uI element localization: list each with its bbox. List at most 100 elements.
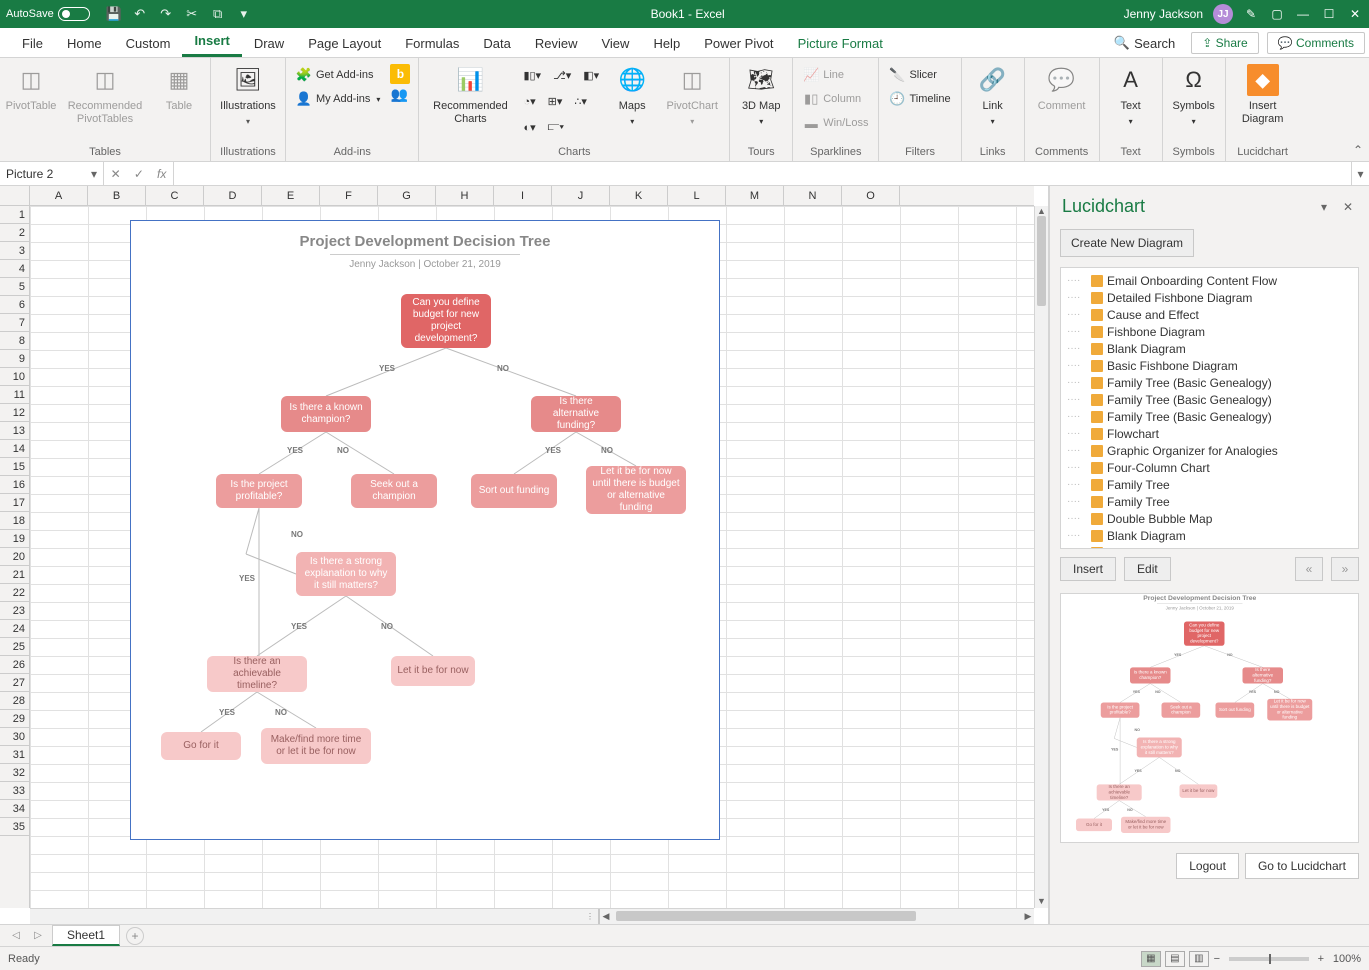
row-header[interactable]: 3 xyxy=(0,242,29,260)
insert-diagram-button[interactable]: ◆Insert Diagram xyxy=(1232,62,1294,125)
tab-insert[interactable]: Insert xyxy=(182,29,241,57)
col-header[interactable]: E xyxy=(262,186,320,205)
hier-chart-icon[interactable]: ◧▾ xyxy=(579,64,603,86)
ink-icon[interactable]: ✎ xyxy=(1243,6,1259,22)
row-header[interactable]: 2 xyxy=(0,224,29,242)
slicer-button[interactable]: 🔪Slicer xyxy=(885,64,954,86)
tree-item[interactable]: ····Fishbone Diagram xyxy=(1061,323,1358,340)
sheet-tab-sheet1[interactable]: Sheet1 xyxy=(52,925,120,946)
zoom-in-button[interactable]: + xyxy=(1315,953,1327,965)
col-header[interactable]: L xyxy=(668,186,726,205)
sheet-nav-prev[interactable]: ◁ xyxy=(8,930,24,941)
share-button[interactable]: ⇪ Share xyxy=(1191,32,1258,54)
col-header[interactable]: F xyxy=(320,186,378,205)
diagram-tree[interactable]: ····Email Onboarding Content Flow····Det… xyxy=(1060,267,1359,549)
view-pagebreak-icon[interactable]: ▥ xyxy=(1189,951,1209,967)
row-header[interactable]: 35 xyxy=(0,818,29,836)
row-header[interactable]: 6 xyxy=(0,296,29,314)
line-chart-icon[interactable]: ⎇▾ xyxy=(549,64,575,86)
tab-help[interactable]: Help xyxy=(641,32,692,57)
scatter-chart-icon[interactable]: ∴▾ xyxy=(570,90,591,112)
user-name[interactable]: Jenny Jackson xyxy=(1124,7,1203,21)
panel-close-icon[interactable]: ✕ xyxy=(1339,200,1357,214)
bar-chart-icon[interactable]: ▮▯▾ xyxy=(519,64,545,86)
close-icon[interactable]: ✕ xyxy=(1347,6,1363,22)
tab-view[interactable]: View xyxy=(589,32,641,57)
insert-button[interactable]: Insert xyxy=(1060,557,1116,581)
view-normal-icon[interactable]: ▦ xyxy=(1141,951,1161,967)
qat-icon-2[interactable]: ⧉ xyxy=(210,6,226,22)
col-header[interactable]: J xyxy=(552,186,610,205)
row-header[interactable]: 1 xyxy=(0,206,29,224)
view-pagelayout-icon[interactable]: ▤ xyxy=(1165,951,1185,967)
zoom-out-button[interactable]: − xyxy=(1211,953,1223,965)
col-header[interactable]: H xyxy=(436,186,494,205)
save-icon[interactable]: 💾 xyxy=(106,6,122,22)
redo-icon[interactable]: ↷ xyxy=(158,6,174,22)
row-header[interactable]: 4 xyxy=(0,260,29,278)
comment-button[interactable]: 💬Comment xyxy=(1031,62,1093,113)
row-header[interactable]: 19 xyxy=(0,530,29,548)
formula-input[interactable] xyxy=(174,162,1351,185)
col-header[interactable]: B xyxy=(88,186,146,205)
logout-button[interactable]: Logout xyxy=(1176,853,1239,879)
tree-item[interactable]: ····Cause and Effect xyxy=(1061,306,1358,323)
maps-button[interactable]: 🌐Maps▾ xyxy=(607,62,657,126)
worksheet-grid[interactable]: ABCDEFGHIJKLMNO 123456789101112131415161… xyxy=(0,186,1049,924)
pivotchart-button[interactable]: ◫PivotChart▾ xyxy=(661,62,723,126)
col-header[interactable]: I xyxy=(494,186,552,205)
table-button[interactable]: ▦Table xyxy=(154,62,204,113)
tree-item[interactable]: ····Family Tree (Basic Genealogy) xyxy=(1061,408,1358,425)
stat-chart-icon[interactable]: ⊞▾ xyxy=(544,90,567,112)
tab-picture-format[interactable]: Picture Format xyxy=(786,32,895,57)
row-header[interactable]: 8 xyxy=(0,332,29,350)
row-header[interactable]: 34 xyxy=(0,800,29,818)
area-chart-icon[interactable]: ◔▾ xyxy=(519,90,539,112)
zoom-level[interactable]: 100% xyxy=(1333,953,1361,965)
row-header[interactable]: 28 xyxy=(0,692,29,710)
sparkline-line-button[interactable]: 📈Line xyxy=(799,64,872,86)
col-header[interactable]: G xyxy=(378,186,436,205)
timeline-button[interactable]: 🕘Timeline xyxy=(885,88,954,110)
row-headers[interactable]: 1234567891011121314151617181920212223242… xyxy=(0,206,30,908)
row-header[interactable]: 18 xyxy=(0,512,29,530)
tree-item[interactable]: ····Family Tree xyxy=(1061,493,1358,510)
qat-icon-1[interactable]: ✂ xyxy=(184,6,200,22)
fx-icon[interactable]: fx xyxy=(157,167,166,181)
my-addins-button[interactable]: 👤My Add-ins▾ xyxy=(292,88,384,110)
expand-formula-icon[interactable]: ▾ xyxy=(1351,162,1369,185)
row-header[interactable]: 27 xyxy=(0,674,29,692)
people-addin-icon[interactable]: 👥 xyxy=(390,86,410,106)
maximize-icon[interactable]: ☐ xyxy=(1321,6,1337,22)
tab-formulas[interactable]: Formulas xyxy=(393,32,471,57)
combo-chart-icon[interactable]: ⫍▾ xyxy=(544,116,568,138)
avatar[interactable]: JJ xyxy=(1213,4,1233,24)
name-box[interactable]: Picture 2▾ xyxy=(0,162,104,185)
row-header[interactable]: 20 xyxy=(0,548,29,566)
illustrations-button[interactable]: 🖼Illustrations▾ xyxy=(217,62,279,126)
sparkline-winloss-button[interactable]: ▬Win/Loss xyxy=(799,112,872,134)
vertical-scrollbar[interactable]: ▲▼ xyxy=(1034,206,1048,908)
col-header[interactable]: K xyxy=(610,186,668,205)
qat-overflow-icon[interactable]: ▾ xyxy=(236,6,252,22)
col-header[interactable]: O xyxy=(842,186,900,205)
tree-item[interactable]: ····Graphic Organizer for Analogies xyxy=(1061,442,1358,459)
row-header[interactable]: 33 xyxy=(0,782,29,800)
row-header[interactable]: 29 xyxy=(0,710,29,728)
tab-draw[interactable]: Draw xyxy=(242,32,296,57)
tree-item[interactable]: ····Blank Diagram xyxy=(1061,340,1358,357)
3dmap-button[interactable]: 🗺3D Map▾ xyxy=(736,62,786,126)
collapse-ribbon-icon[interactable]: ⌃ xyxy=(1353,143,1363,157)
minimize-icon[interactable]: — xyxy=(1295,6,1311,22)
tab-custom[interactable]: Custom xyxy=(114,32,183,57)
panel-options-icon[interactable]: ▾ xyxy=(1315,200,1333,214)
tree-item[interactable]: ····Blank Diagram xyxy=(1061,544,1358,549)
col-header[interactable]: C xyxy=(146,186,204,205)
tree-item[interactable]: ····Family Tree (Basic Genealogy) xyxy=(1061,391,1358,408)
row-header[interactable]: 23 xyxy=(0,602,29,620)
row-header[interactable]: 16 xyxy=(0,476,29,494)
link-button[interactable]: 🔗Link▾ xyxy=(968,62,1018,126)
sheet-nav-next[interactable]: ▷ xyxy=(30,930,46,941)
column-headers[interactable]: ABCDEFGHIJKLMNO xyxy=(0,186,1034,206)
recommended-charts-button[interactable]: 📊Recommended Charts xyxy=(425,62,515,125)
